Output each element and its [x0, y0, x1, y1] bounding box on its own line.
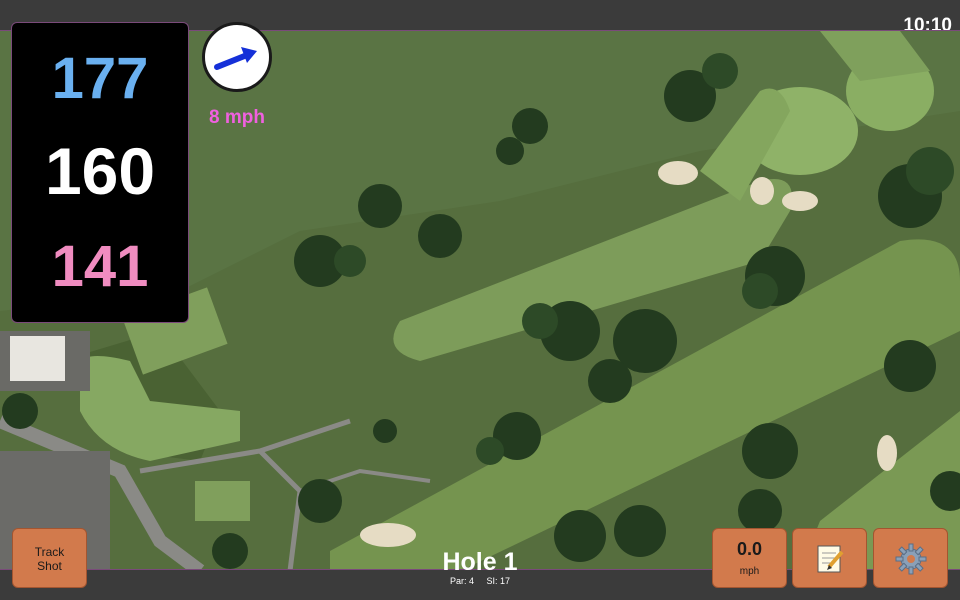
hole-par: Par: 4 [449, 576, 474, 586]
track-shot-button[interactable]: Track Shot [12, 528, 87, 588]
distance-panel: 177 160 141 [11, 22, 189, 323]
speed-button[interactable]: 0.0 mph [712, 528, 787, 588]
track-shot-label-line1: Track [34, 545, 65, 559]
hole-title: Hole 1 [442, 548, 518, 576]
back-distance: 177 [51, 46, 149, 111]
gear-icon [895, 543, 926, 575]
speed-value: 0.0 [736, 539, 763, 559]
wind-direction-arrow-icon [214, 47, 257, 70]
speed-unit: mph [739, 566, 760, 577]
wind-direction-indicator [202, 22, 272, 92]
wind-speed: 8 mph [209, 107, 265, 128]
notepad-icon [817, 545, 844, 573]
notes-button[interactable] [792, 528, 867, 588]
settings-button[interactable] [873, 528, 948, 588]
hole-stroke-index: SI: 17 [486, 576, 511, 586]
track-shot-label-line2: Shot [37, 559, 62, 573]
front-distance: 141 [51, 234, 149, 299]
middle-distance: 160 [44, 134, 156, 208]
hole-info: Par: 4 SI: 17 [380, 576, 580, 586]
